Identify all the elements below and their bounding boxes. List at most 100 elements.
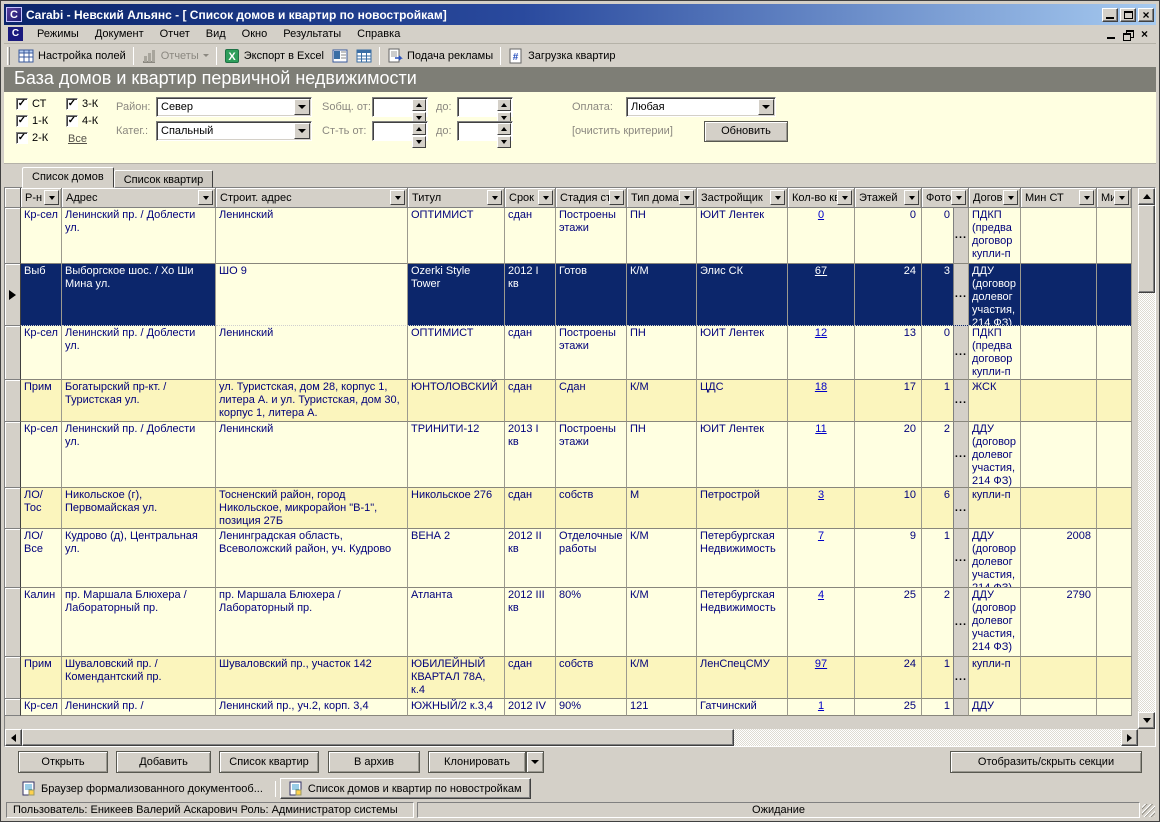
checkbox-4k-box[interactable]: ✓	[66, 115, 78, 127]
checkbox-3k-box[interactable]: ✓	[66, 98, 78, 110]
horizontal-scrollbar[interactable]	[5, 729, 1138, 746]
column-header-photo[interactable]: Фото	[922, 188, 969, 208]
category-select[interactable]: Спальный	[156, 121, 312, 141]
scroll-down-button[interactable]	[1138, 712, 1155, 729]
menu-item-modes[interactable]: Режимы	[29, 26, 87, 42]
mdi-minimize-button[interactable]	[1107, 30, 1115, 39]
menu-item-window[interactable]: Окно	[234, 26, 276, 42]
column-header-floors[interactable]: Этажей	[855, 188, 922, 208]
row-selector[interactable]	[5, 488, 21, 529]
table-row[interactable]: ЛО/ТосНикольское (г), Первомайская ул.То…	[5, 488, 1138, 529]
price-to-spinner[interactable]	[457, 121, 513, 141]
payment-dropdown-button[interactable]	[758, 99, 774, 115]
spin-down-button[interactable]	[497, 136, 511, 148]
apartments-count-link[interactable]: 18	[791, 381, 851, 394]
column-filter-button[interactable]	[1003, 190, 1018, 205]
checkbox-1k[interactable]: ✓1-К	[16, 115, 48, 127]
table-row[interactable]: Кр-селЛенинский пр. / Доблести ул.Ленинс…	[5, 208, 1138, 264]
table-row[interactable]: Кр-селЛенинский пр. / Доблести ул.Ленинс…	[5, 326, 1138, 380]
bottom-tab-houses[interactable]: Список домов и квартир по новостройкам	[280, 778, 531, 799]
spin-down-button[interactable]	[412, 136, 426, 148]
area-to-spinner[interactable]	[457, 97, 513, 117]
row-selector[interactable]	[5, 326, 21, 380]
scroll-left-button[interactable]	[5, 729, 22, 746]
checkbox-2k-box[interactable]: ✓	[16, 132, 28, 144]
open-button[interactable]: Открыть	[18, 751, 108, 773]
checkbox-1k-box[interactable]: ✓	[16, 115, 28, 127]
scroll-right-button[interactable]	[1121, 729, 1138, 746]
clear-criteria-link[interactable]: [очистить критерии]	[572, 125, 673, 137]
column-filter-button[interactable]	[837, 190, 852, 205]
column-header-contract[interactable]: Догов	[969, 188, 1021, 208]
column-filter-button[interactable]	[1079, 190, 1094, 205]
photo-ellipsis-button[interactable]: ...	[953, 264, 968, 325]
row-selector[interactable]	[5, 588, 21, 657]
bottom-tab-browser[interactable]: Браузер формализованного документооб...	[14, 778, 271, 799]
row-selector[interactable]	[5, 264, 21, 326]
row-selector[interactable]	[5, 380, 21, 422]
photo-ellipsis-button[interactable]: ...	[953, 588, 968, 656]
close-button[interactable]: ×	[1138, 8, 1154, 22]
checkbox-st[interactable]: ✓СТ	[16, 98, 46, 110]
photo-ellipsis-button[interactable]: ...	[953, 657, 968, 698]
horizontal-scroll-thumb[interactable]	[22, 729, 734, 746]
menu-item-report[interactable]: Отчет	[152, 26, 198, 42]
mdi-close-button[interactable]: ×	[1141, 29, 1148, 39]
vertical-scrollbar[interactable]	[1138, 188, 1155, 729]
apartments-count-link[interactable]: 97	[791, 658, 851, 671]
column-header-type[interactable]: Тип дома	[627, 188, 697, 208]
add-button[interactable]: Добавить	[116, 751, 211, 773]
toolbar-grip[interactable]	[7, 47, 10, 65]
column-filter-button[interactable]	[770, 190, 785, 205]
minimize-button[interactable]	[1102, 8, 1118, 22]
mdi-system-icon[interactable]: C	[8, 27, 23, 41]
checkbox-4k[interactable]: ✓4-К	[66, 115, 98, 127]
row-selector[interactable]	[5, 208, 21, 264]
clone-dropdown-button[interactable]	[526, 751, 544, 773]
apartments-count-link[interactable]: 3	[791, 489, 851, 502]
field-setup-button[interactable]: Настройка полей	[14, 45, 130, 66]
apartments-count-link[interactable]: 67	[791, 265, 851, 278]
row-selector[interactable]	[5, 657, 21, 699]
table-view-button[interactable]	[352, 45, 376, 66]
maximize-button[interactable]	[1120, 8, 1136, 22]
menu-item-results[interactable]: Результаты	[275, 26, 349, 42]
ad-submit-button[interactable]: Подача рекламы	[383, 45, 497, 66]
tab-apartments[interactable]: Список квартир	[114, 170, 213, 188]
apartments-count-link[interactable]: 11	[791, 423, 851, 436]
column-filter-button[interactable]	[487, 190, 502, 205]
column-filter-button[interactable]	[904, 190, 919, 205]
column-filter-button[interactable]	[609, 190, 624, 205]
spin-up-button[interactable]	[497, 99, 511, 111]
row-selector[interactable]	[5, 699, 21, 716]
checkbox-st-box[interactable]: ✓	[16, 98, 28, 110]
table-row[interactable]: ЛО/ВсеКудрово (д), Центральная ул.Ленинг…	[5, 529, 1138, 588]
table-row[interactable]: Кр-селЛенинский пр. / Доблести ул.Ленинс…	[5, 422, 1138, 488]
price-from-spinner[interactable]	[372, 121, 428, 141]
district-select[interactable]: Север	[156, 97, 312, 117]
column-header-min1[interactable]: Мин 1	[1097, 188, 1132, 208]
payment-select[interactable]: Любая	[626, 97, 776, 117]
table-row[interactable]: Калинпр. Маршала Блюхера / Лабораторный …	[5, 588, 1138, 657]
column-header-saddr[interactable]: Строит. адрес	[216, 188, 408, 208]
spin-up-button[interactable]	[412, 123, 426, 135]
photo-ellipsis-button[interactable]: ...	[953, 422, 968, 487]
column-header-rn[interactable]: Р-н	[21, 188, 62, 208]
export-excel-button[interactable]: X Экспорт в Excel	[220, 45, 328, 66]
scroll-up-button[interactable]	[1138, 188, 1155, 205]
mdi-restore-button[interactable]	[1123, 30, 1133, 39]
district-dropdown-button[interactable]	[294, 99, 310, 115]
column-header-addr[interactable]: Адрес	[62, 188, 216, 208]
load-apartments-button[interactable]: # Загрузка квартир	[504, 45, 619, 66]
category-dropdown-button[interactable]	[294, 123, 310, 139]
photo-ellipsis-button[interactable]: ...	[953, 326, 968, 379]
spin-up-button[interactable]	[497, 123, 511, 135]
column-header-apts[interactable]: Кол-во кв	[788, 188, 855, 208]
resize-grip[interactable]	[1142, 804, 1155, 817]
table-row[interactable]: ПримШуваловский пр. / Комендантский пр.Ш…	[5, 657, 1138, 699]
apartments-count-link[interactable]: 12	[791, 327, 851, 340]
table-row[interactable]: Кр-селЛенинский пр. /Ленинский пр., уч.2…	[5, 699, 1138, 716]
column-header-stage[interactable]: Стадия ст	[556, 188, 627, 208]
select-all-link[interactable]: Все	[68, 133, 87, 145]
archive-button[interactable]: В архив	[328, 751, 420, 773]
